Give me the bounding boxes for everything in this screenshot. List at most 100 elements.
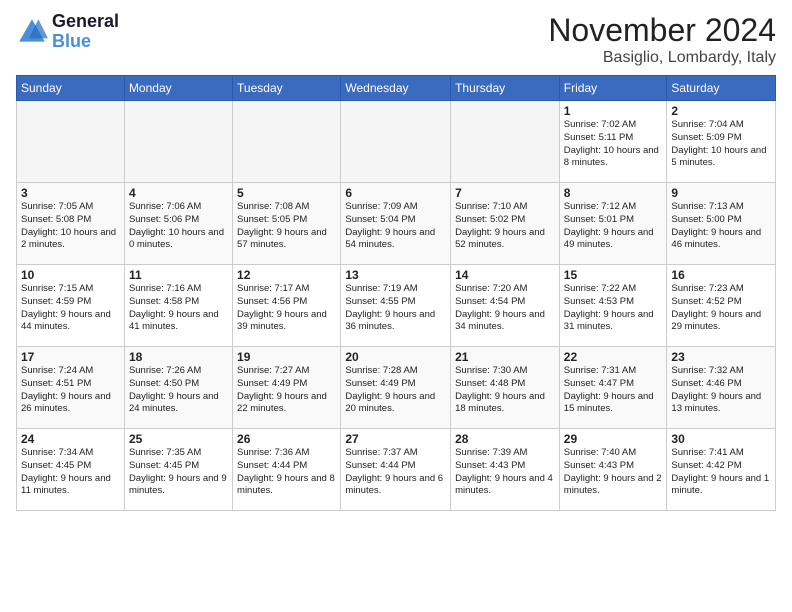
day-number: 5 (237, 186, 336, 200)
header: General Blue November 2024 Basiglio, Lom… (16, 12, 776, 67)
day-number: 20 (345, 350, 446, 364)
day-info: Sunrise: 7:34 AM Sunset: 4:45 PM Dayligh… (21, 447, 120, 498)
day-number: 6 (345, 186, 446, 200)
day-number: 2 (671, 104, 771, 118)
day-cell: 24Sunrise: 7:34 AM Sunset: 4:45 PM Dayli… (17, 429, 125, 511)
day-info: Sunrise: 7:31 AM Sunset: 4:47 PM Dayligh… (564, 365, 663, 416)
day-cell (233, 101, 341, 183)
day-number: 9 (671, 186, 771, 200)
day-info: Sunrise: 7:37 AM Sunset: 4:44 PM Dayligh… (345, 447, 446, 498)
day-cell: 15Sunrise: 7:22 AM Sunset: 4:53 PM Dayli… (559, 265, 667, 347)
day-info: Sunrise: 7:17 AM Sunset: 4:56 PM Dayligh… (237, 283, 336, 334)
day-info: Sunrise: 7:12 AM Sunset: 5:01 PM Dayligh… (564, 201, 663, 252)
week-row-3: 10Sunrise: 7:15 AM Sunset: 4:59 PM Dayli… (17, 265, 776, 347)
day-number: 24 (21, 432, 120, 446)
day-info: Sunrise: 7:08 AM Sunset: 5:05 PM Dayligh… (237, 201, 336, 252)
day-number: 22 (564, 350, 663, 364)
day-number: 30 (671, 432, 771, 446)
day-cell: 19Sunrise: 7:27 AM Sunset: 4:49 PM Dayli… (233, 347, 341, 429)
day-info: Sunrise: 7:04 AM Sunset: 5:09 PM Dayligh… (671, 119, 771, 170)
day-number: 10 (21, 268, 120, 282)
day-cell: 7Sunrise: 7:10 AM Sunset: 5:02 PM Daylig… (451, 183, 560, 265)
day-cell: 30Sunrise: 7:41 AM Sunset: 4:42 PM Dayli… (667, 429, 776, 511)
day-cell (124, 101, 232, 183)
day-cell: 1Sunrise: 7:02 AM Sunset: 5:11 PM Daylig… (559, 101, 667, 183)
day-cell (17, 101, 125, 183)
day-info: Sunrise: 7:30 AM Sunset: 4:48 PM Dayligh… (455, 365, 555, 416)
day-cell: 4Sunrise: 7:06 AM Sunset: 5:06 PM Daylig… (124, 183, 232, 265)
day-info: Sunrise: 7:35 AM Sunset: 4:45 PM Dayligh… (129, 447, 228, 498)
day-cell: 16Sunrise: 7:23 AM Sunset: 4:52 PM Dayli… (667, 265, 776, 347)
day-info: Sunrise: 7:20 AM Sunset: 4:54 PM Dayligh… (455, 283, 555, 334)
day-info: Sunrise: 7:24 AM Sunset: 4:51 PM Dayligh… (21, 365, 120, 416)
day-number: 7 (455, 186, 555, 200)
logo: General Blue (16, 12, 119, 52)
day-cell: 20Sunrise: 7:28 AM Sunset: 4:49 PM Dayli… (341, 347, 451, 429)
day-info: Sunrise: 7:26 AM Sunset: 4:50 PM Dayligh… (129, 365, 228, 416)
day-number: 26 (237, 432, 336, 446)
day-info: Sunrise: 7:41 AM Sunset: 4:42 PM Dayligh… (671, 447, 771, 498)
day-info: Sunrise: 7:09 AM Sunset: 5:04 PM Dayligh… (345, 201, 446, 252)
logo-icon (16, 16, 48, 48)
day-cell: 14Sunrise: 7:20 AM Sunset: 4:54 PM Dayli… (451, 265, 560, 347)
day-info: Sunrise: 7:19 AM Sunset: 4:55 PM Dayligh… (345, 283, 446, 334)
day-info: Sunrise: 7:10 AM Sunset: 5:02 PM Dayligh… (455, 201, 555, 252)
day-info: Sunrise: 7:28 AM Sunset: 4:49 PM Dayligh… (345, 365, 446, 416)
day-cell: 5Sunrise: 7:08 AM Sunset: 5:05 PM Daylig… (233, 183, 341, 265)
day-number: 8 (564, 186, 663, 200)
day-cell: 25Sunrise: 7:35 AM Sunset: 4:45 PM Dayli… (124, 429, 232, 511)
day-cell (451, 101, 560, 183)
title-block: November 2024 Basiglio, Lombardy, Italy (548, 12, 776, 67)
day-cell: 10Sunrise: 7:15 AM Sunset: 4:59 PM Dayli… (17, 265, 125, 347)
day-cell: 17Sunrise: 7:24 AM Sunset: 4:51 PM Dayli… (17, 347, 125, 429)
day-number: 1 (564, 104, 663, 118)
logo-text: General Blue (52, 12, 119, 52)
col-header-sunday: Sunday (17, 76, 125, 101)
day-cell: 3Sunrise: 7:05 AM Sunset: 5:08 PM Daylig… (17, 183, 125, 265)
day-number: 19 (237, 350, 336, 364)
week-row-5: 24Sunrise: 7:34 AM Sunset: 4:45 PM Dayli… (17, 429, 776, 511)
day-number: 16 (671, 268, 771, 282)
day-number: 29 (564, 432, 663, 446)
col-header-monday: Monday (124, 76, 232, 101)
day-info: Sunrise: 7:36 AM Sunset: 4:44 PM Dayligh… (237, 447, 336, 498)
day-number: 14 (455, 268, 555, 282)
col-header-saturday: Saturday (667, 76, 776, 101)
day-number: 3 (21, 186, 120, 200)
day-cell: 21Sunrise: 7:30 AM Sunset: 4:48 PM Dayli… (451, 347, 560, 429)
day-number: 21 (455, 350, 555, 364)
day-cell: 9Sunrise: 7:13 AM Sunset: 5:00 PM Daylig… (667, 183, 776, 265)
day-info: Sunrise: 7:13 AM Sunset: 5:00 PM Dayligh… (671, 201, 771, 252)
day-cell: 2Sunrise: 7:04 AM Sunset: 5:09 PM Daylig… (667, 101, 776, 183)
day-info: Sunrise: 7:40 AM Sunset: 4:43 PM Dayligh… (564, 447, 663, 498)
day-info: Sunrise: 7:15 AM Sunset: 4:59 PM Dayligh… (21, 283, 120, 334)
day-info: Sunrise: 7:05 AM Sunset: 5:08 PM Dayligh… (21, 201, 120, 252)
day-info: Sunrise: 7:39 AM Sunset: 4:43 PM Dayligh… (455, 447, 555, 498)
day-cell: 28Sunrise: 7:39 AM Sunset: 4:43 PM Dayli… (451, 429, 560, 511)
day-number: 12 (237, 268, 336, 282)
day-cell: 22Sunrise: 7:31 AM Sunset: 4:47 PM Dayli… (559, 347, 667, 429)
calendar-header-row: SundayMondayTuesdayWednesdayThursdayFrid… (17, 76, 776, 101)
week-row-2: 3Sunrise: 7:05 AM Sunset: 5:08 PM Daylig… (17, 183, 776, 265)
day-number: 28 (455, 432, 555, 446)
day-number: 23 (671, 350, 771, 364)
month-title: November 2024 (548, 12, 776, 49)
day-number: 15 (564, 268, 663, 282)
day-cell (341, 101, 451, 183)
col-header-thursday: Thursday (451, 76, 560, 101)
day-cell: 23Sunrise: 7:32 AM Sunset: 4:46 PM Dayli… (667, 347, 776, 429)
day-number: 4 (129, 186, 228, 200)
day-number: 11 (129, 268, 228, 282)
day-info: Sunrise: 7:22 AM Sunset: 4:53 PM Dayligh… (564, 283, 663, 334)
day-number: 18 (129, 350, 228, 364)
day-cell: 18Sunrise: 7:26 AM Sunset: 4:50 PM Dayli… (124, 347, 232, 429)
day-number: 13 (345, 268, 446, 282)
day-number: 27 (345, 432, 446, 446)
day-number: 17 (21, 350, 120, 364)
day-info: Sunrise: 7:02 AM Sunset: 5:11 PM Dayligh… (564, 119, 663, 170)
day-cell: 27Sunrise: 7:37 AM Sunset: 4:44 PM Dayli… (341, 429, 451, 511)
day-info: Sunrise: 7:27 AM Sunset: 4:49 PM Dayligh… (237, 365, 336, 416)
day-info: Sunrise: 7:16 AM Sunset: 4:58 PM Dayligh… (129, 283, 228, 334)
week-row-1: 1Sunrise: 7:02 AM Sunset: 5:11 PM Daylig… (17, 101, 776, 183)
day-cell: 11Sunrise: 7:16 AM Sunset: 4:58 PM Dayli… (124, 265, 232, 347)
